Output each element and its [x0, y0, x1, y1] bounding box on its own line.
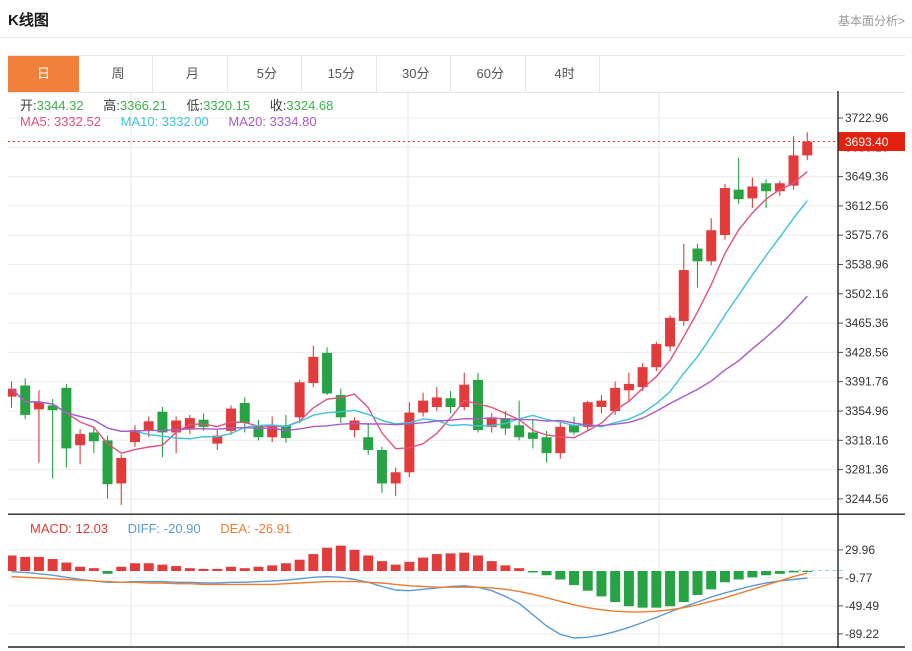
tab-month[interactable]: 月	[158, 56, 228, 92]
tab-5min[interactable]: 5分	[232, 56, 302, 92]
svg-text:-89.22: -89.22	[845, 627, 879, 641]
svg-text:3428.56: 3428.56	[845, 345, 889, 359]
svg-text:3502.16: 3502.16	[845, 287, 889, 301]
svg-text:3722.96: 3722.96	[845, 111, 889, 125]
svg-text:3538.96: 3538.96	[845, 258, 889, 272]
svg-text:3465.36: 3465.36	[845, 316, 889, 330]
tab-week[interactable]: 周	[83, 56, 153, 92]
svg-text:3612.56: 3612.56	[845, 199, 889, 213]
page-title: K线图	[8, 9, 49, 30]
svg-text:3391.76: 3391.76	[845, 375, 889, 389]
tab-30min[interactable]: 30分	[381, 56, 451, 92]
tab-60min[interactable]: 60分	[456, 56, 526, 92]
svg-text:3354.96: 3354.96	[845, 404, 889, 418]
svg-text:-9.77: -9.77	[845, 571, 873, 585]
svg-text:3244.56: 3244.56	[845, 492, 889, 506]
kline-widget: K线图 基本面分析> 日 周 月 5分 15分 30分 60分 4时 3722.…	[0, 0, 912, 651]
svg-text:3649.36: 3649.36	[845, 170, 889, 184]
svg-text:3281.36: 3281.36	[845, 463, 889, 477]
svg-text:3318.16: 3318.16	[845, 433, 889, 447]
tab-4hour[interactable]: 4时	[530, 56, 600, 92]
candlestick-chart[interactable]: 3722.963686.163649.363612.563575.763538.…	[8, 91, 905, 515]
fundamental-analysis-link[interactable]: 基本面分析>	[838, 12, 905, 29]
macd-chart[interactable]: 29.96 -9.77 -49.49 -89.22	[8, 515, 905, 648]
widget-header: K线图 基本面分析>	[0, 0, 912, 38]
timeframe-tabs: 日 周 月 5分 15分 30分 60分 4时	[8, 55, 905, 93]
tab-15min[interactable]: 15分	[307, 56, 377, 92]
svg-text:3693.40: 3693.40	[845, 135, 889, 149]
tab-day[interactable]: 日	[8, 56, 79, 92]
svg-text:29.96: 29.96	[845, 543, 875, 557]
svg-text:3575.76: 3575.76	[845, 228, 889, 242]
svg-text:-49.49: -49.49	[845, 599, 879, 613]
